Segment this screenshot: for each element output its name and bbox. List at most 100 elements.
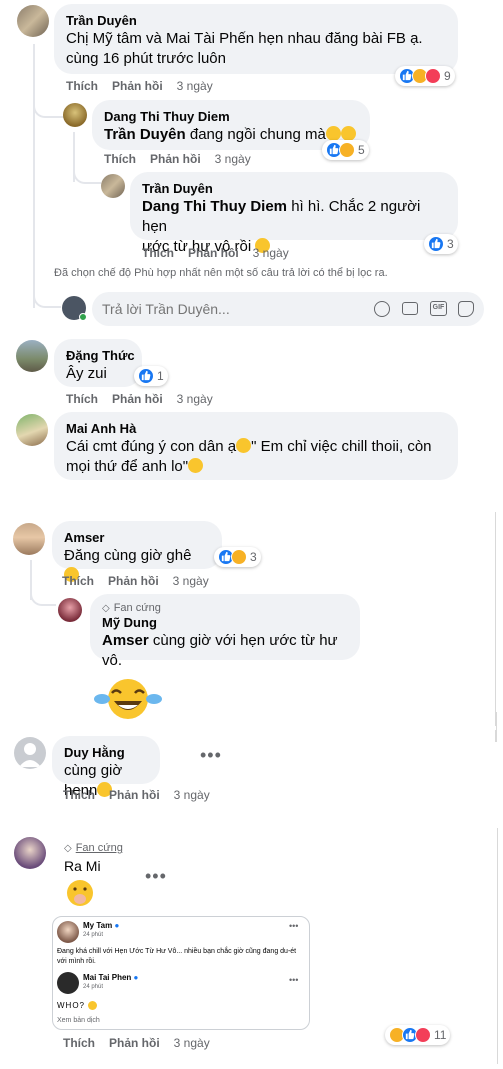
comment-author[interactable]: Mai Anh Hà [66,420,446,437]
haha-reaction-icon [231,549,247,565]
reply-input[interactable] [102,298,352,320]
avatar [57,921,79,943]
timestamp[interactable]: 3 ngày [253,246,289,260]
reply-button[interactable]: Phản hồi [112,79,163,93]
screenshot-border [497,828,498,1064]
diamond-icon: ◇ [64,842,72,854]
reply-button[interactable]: Phản hồi [108,574,159,588]
thread-elbow [33,100,65,118]
avatar[interactable] [16,414,48,446]
more-options-icon[interactable]: ••• [145,866,167,887]
comment-actions: Thích Phản hồi 3 ngày [63,788,210,802]
reaction-summary[interactable]: 5 [322,140,369,160]
comment-actions: Thích Phản hồi 3 ngày [62,574,209,588]
post-author: My Tam ● [83,921,120,930]
diamond-icon: ◇ [102,602,110,614]
timestamp[interactable]: 3 ngày [177,79,213,93]
like-button[interactable]: Thích [62,574,94,588]
default-avatar[interactable] [14,737,46,769]
comment-author[interactable]: Đặng Thức [66,347,135,364]
timestamp[interactable]: 3 ngày [215,152,251,166]
like-button[interactable]: Thích [63,788,95,802]
reply-author[interactable]: Trần Duyên [142,180,446,197]
avatar[interactable] [14,837,46,869]
sunglasses-emoji-icon [88,1001,98,1010]
thread-elbow [73,170,101,184]
reply-button[interactable]: Phản hồi [109,788,160,802]
reply-button[interactable]: Phản hồi [150,152,201,166]
reaction-count: 5 [358,143,365,157]
avatar[interactable] [101,174,125,198]
like-button[interactable]: Thích [66,392,98,406]
like-reaction-icon [428,236,444,252]
like-reaction-icon [138,368,154,384]
reply-bubble: Trần Duyên Dang Thi Thuy Diem hì hì. Chắ… [130,172,458,255]
avatar[interactable] [17,5,49,37]
thread-elbow [33,290,61,308]
attached-screenshot[interactable]: My Tam ● 24 phút ••• Đang khá chill với … [52,916,310,1030]
comment-text: cùng 16 phút trước luôn [66,50,226,67]
post-text: Đang khá chill với Hẹn Ước Từ Hư Vô... n… [57,948,297,965]
comment-actions: Thích Phản hồi 3 ngày [66,79,213,93]
mention-link[interactable]: Dang Thi Thuy Diem [142,198,287,215]
timestamp[interactable]: 3 ngày [177,392,213,406]
avatar[interactable] [13,523,45,555]
avatar[interactable] [58,598,82,622]
comment-bubble: Trần Duyên Chị Mỹ tâm và Mai Tài Phến hẹ… [54,4,458,74]
comment-author[interactable]: Ra Mi [64,858,101,875]
thread-line [33,44,35,308]
reaction-summary[interactable]: 3 [424,234,458,254]
comment-text: Chị Mỹ tâm và Mai Tài Phến hẹn nhau đăng… [66,30,423,47]
reply-button[interactable]: Phản hồi [112,392,163,406]
comment-author[interactable]: Duy Hằng [64,744,148,761]
mention-link[interactable]: Amser [102,632,149,649]
screenshot-gap [0,726,503,730]
timestamp[interactable]: 3 ngày [174,1036,210,1050]
reaction-summary[interactable]: 3 [214,547,261,567]
like-button[interactable]: Thích [104,152,136,166]
reply-author[interactable]: Mỹ Dung [102,614,348,631]
gif-icon[interactable]: GIF [430,301,447,316]
reply-text: Dang Thi Thuy Diem hì hì. Chắc 2 người h… [142,198,421,235]
comment-text: Ây zui [66,365,107,382]
post-time: 24 phút [83,932,104,938]
reply-author[interactable]: Dang Thi Thuy Diem [104,108,358,125]
comment-bubble: Đặng Thức Ây zui [54,339,142,387]
like-button[interactable]: Thích [66,79,98,93]
reply-button[interactable]: Phản hồi [188,246,239,260]
avatar[interactable] [63,103,87,127]
post-time: 24 phút [83,984,104,990]
love-reaction-icon [415,1027,431,1043]
comment-bubble: Amser Đăng cùng giờ ghê [52,521,222,582]
comment-actions: Thích Phản hồi 3 ngày [66,392,213,406]
reaction-summary[interactable]: 11 [385,1025,451,1045]
screenshot-border [496,712,497,742]
comment-author[interactable]: Trần Duyên [66,12,446,29]
like-button[interactable]: Thích [63,1036,95,1050]
reaction-count: 9 [444,69,451,83]
reply-actions: Thích Phản hồi 3 ngày [142,246,289,260]
fan-badge: ◇ Fan cứng [64,842,123,854]
mention-link[interactable]: Trần Duyên [104,126,186,143]
screenshot-gap [0,482,503,508]
reaction-summary[interactable]: 1 [134,366,168,386]
like-button[interactable]: Thích [142,246,174,260]
reply-button[interactable]: Phản hồi [109,1036,160,1050]
comment-text: mọi thứ để anh lo" [66,457,446,477]
timestamp[interactable]: 3 ngày [173,574,209,588]
timestamp[interactable]: 3 ngày [174,788,210,802]
emoji-icon[interactable] [374,301,390,317]
comment-author[interactable]: Amser [64,529,210,546]
reaction-count: 1 [157,369,164,383]
more-options-icon[interactable]: ••• [200,745,222,766]
sticker-icon[interactable] [458,301,474,317]
reaction-count: 3 [250,550,257,564]
reaction-summary[interactable]: 9 [395,66,455,86]
fan-badge: ◇ Fan cứng [102,602,161,614]
avatar[interactable] [16,340,48,372]
reply-input-box[interactable]: GIF [92,292,484,326]
camera-icon[interactable] [402,302,418,315]
post-author: Mai Tai Phen ● [83,973,139,982]
translate-link: Xem bản dịch [57,1017,100,1024]
screenshot-gap [0,808,503,830]
